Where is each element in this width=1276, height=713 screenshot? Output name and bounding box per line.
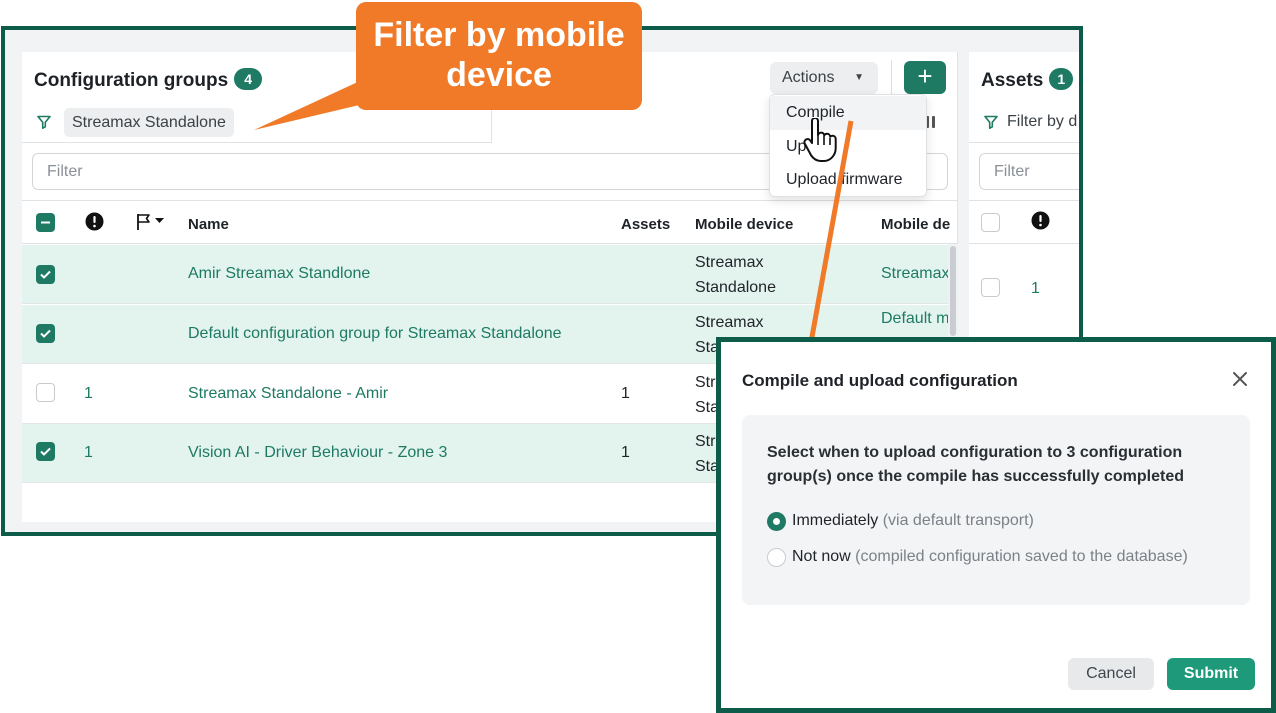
row-mobile-device-line1: Streamax [695,254,764,271]
row-checkbox[interactable] [36,383,55,402]
submit-button[interactable]: Submit [1167,658,1255,690]
chevron-down-icon: ▼ [854,72,864,83]
row-mobile-device-line1: Streamax [695,314,764,331]
callout-line1: Filter by mobile [373,16,625,54]
filter-chip[interactable]: Streamax Standalone [64,108,234,137]
compile-upload-dialog: Compile and upload configuration Select … [716,337,1276,713]
assets-row-checkbox[interactable] [981,278,1000,297]
divider [891,60,892,98]
dialog-message: Select when to upload configuration to 3… [767,444,1184,485]
row-count: 1 [84,444,93,461]
add-button[interactable]: + [904,61,946,94]
assets-count-badge: 1 [1049,68,1074,90]
actions-button[interactable]: Actions ▼ [770,62,878,94]
menu-item-compile[interactable]: Compile [770,96,926,130]
assets-filters-bar: Filter by d [969,102,1079,143]
radio-immediately-text: Immediately [792,512,879,529]
row-mobile-device-2[interactable]: Default m [881,310,948,328]
assets-filter-input[interactable]: Filter [979,153,1079,190]
row-mobile-device-2[interactable]: Streamax [881,265,948,283]
alert-icon[interactable] [1031,211,1050,230]
alert-icon[interactable] [85,212,104,231]
radio-immediately-label[interactable]: Immediately (via default transport) [792,512,1034,530]
filter-icon[interactable] [983,114,999,130]
assets-table-header [969,200,1079,244]
radio-not-now-text: Not now [792,548,851,565]
flag-filter-icon[interactable] [135,213,167,231]
row-name-link[interactable]: Vision AI - Driver Behaviour - Zone 3 [188,444,447,462]
assets-select-all-checkbox[interactable] [981,213,1000,232]
filter-icon[interactable] [36,114,52,130]
radio-not-now[interactable] [767,548,786,567]
assets-title-text: Assets [981,70,1044,91]
row-count: 1 [84,385,93,402]
column-header-mobile-device-2[interactable]: Mobile de [881,216,951,233]
row-name-link[interactable]: Streamax Standalone - Amir [188,385,388,403]
panel-title: Configuration groups 4 [34,68,263,92]
scrollbar-thumb[interactable] [950,246,956,336]
row-checkbox[interactable] [36,265,55,284]
row-checkbox[interactable] [36,324,55,343]
radio-immediately[interactable] [767,512,786,531]
row-assets: 1 [621,385,630,402]
actions-label: Actions [782,69,835,86]
annotation-callout: Filter by mobile device [356,2,642,110]
assets-filter-chip[interactable]: Filter by d [1007,113,1077,131]
select-all-checkbox[interactable] [36,213,55,232]
menu-item-upload[interactable]: Upload [770,130,926,164]
assets-row[interactable]: 1 [969,245,1079,331]
dialog-title: Compile and upload configuration [742,371,1018,390]
actions-menu: Compile Upload Upload firmware [769,94,927,197]
panel-title-text: Configuration groups [34,70,229,91]
table-row[interactable]: Amir Streamax Standlone Streamax Standal… [22,245,948,304]
column-header-mobile-device[interactable]: Mobile device [695,216,793,233]
radio-not-now-hint: (compiled configuration saved to the dat… [855,548,1188,565]
row-name-link[interactable]: Default configuration group for Streamax… [188,325,562,343]
assets-title: Assets 1 [981,68,1074,92]
close-icon[interactable] [1231,370,1249,388]
row-name-link[interactable]: Amir Streamax Standlone [188,265,370,283]
dialog-body: Select when to upload configuration to 3… [742,415,1250,605]
cancel-button[interactable]: Cancel [1068,658,1154,690]
radio-not-now-label[interactable]: Not now (compiled configuration saved to… [792,548,1188,566]
count-badge: 4 [234,68,263,90]
assets-row-count: 1 [1031,280,1040,297]
callout-line2: device [446,56,552,94]
menu-item-upload-firmware[interactable]: Upload firmware [770,163,926,197]
column-header-assets[interactable]: Assets [621,216,670,233]
row-mobile-device: Streamax Standalone [695,250,776,300]
row-mobile-device-line2: Standalone [695,279,776,296]
table-header: Name Assets Mobile device Mobile de [22,200,958,244]
row-checkbox[interactable] [36,442,55,461]
row-assets: 1 [621,444,630,461]
hand-cursor-icon [803,118,837,162]
column-header-name[interactable]: Name [188,216,229,233]
radio-immediately-hint: (via default transport) [882,512,1034,529]
